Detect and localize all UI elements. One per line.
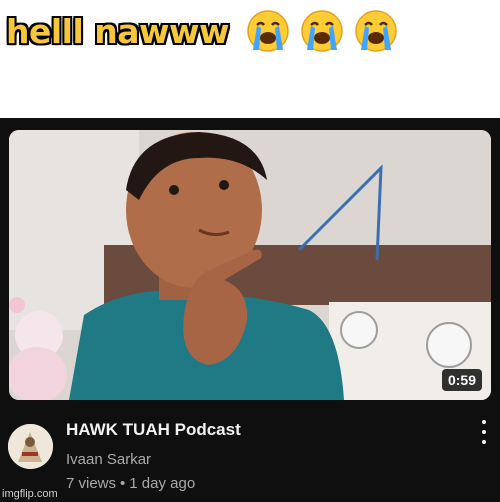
caption-text: helll nawww: [6, 11, 230, 51]
video-stats: 7 views • 1 day ago: [66, 475, 195, 492]
caption-line: helll nawww: [6, 6, 399, 56]
channel-avatar[interactable]: [8, 424, 53, 469]
loudly-crying-face-icon: [355, 10, 397, 52]
video-card[interactable]: 0:59 HAWK TUAH Podcast Ivaan Sarkar 7 vi…: [0, 118, 500, 502]
more-vertical-icon[interactable]: [480, 420, 488, 444]
more-dot: [482, 430, 486, 434]
channel-name[interactable]: Ivaan Sarkar: [66, 451, 151, 468]
video-meta: HAWK TUAH Podcast Ivaan Sarkar 7 views • 1…: [0, 410, 500, 502]
separator-dot: •: [120, 475, 126, 492]
duration-badge: 0:59: [441, 369, 482, 391]
view-count: 7 views: [66, 475, 117, 492]
loudly-crying-face-icon: [301, 10, 343, 52]
thumbnail-image: [9, 130, 491, 400]
watermark: imgflip.com: [2, 488, 58, 500]
more-dot: [482, 440, 486, 444]
video-title[interactable]: HAWK TUAH Podcast: [66, 420, 241, 440]
emoji-row: [245, 8, 399, 54]
loudly-crying-face-icon: [247, 10, 289, 52]
video-thumbnail[interactable]: 0:59: [9, 130, 491, 400]
avatar-image: [8, 424, 53, 469]
more-dot: [482, 420, 486, 424]
meme-caption: helll nawww: [0, 0, 500, 118]
upload-age: 1 day ago: [129, 475, 196, 492]
